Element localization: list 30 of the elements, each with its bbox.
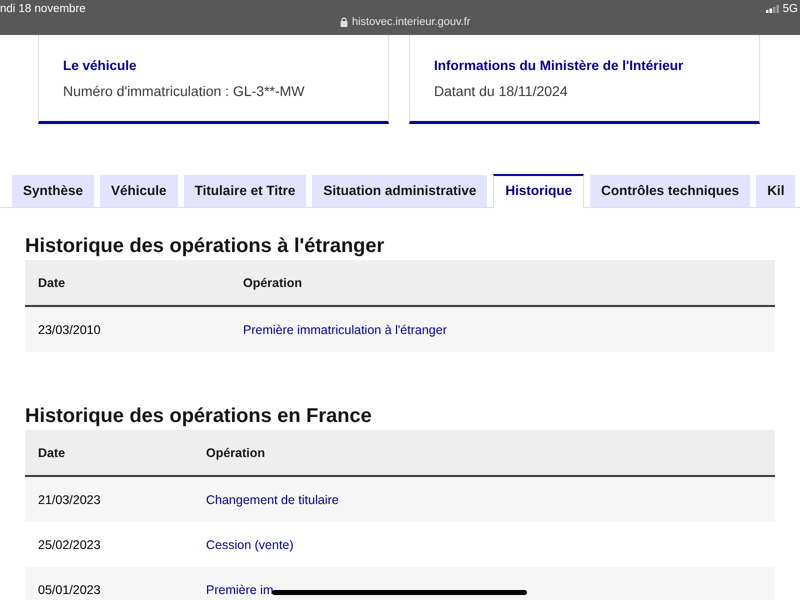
column-header: Opération — [205, 446, 266, 460]
tab[interactable]: Synthèse — [12, 175, 94, 207]
column-header: Date — [37, 446, 66, 460]
tab[interactable]: Contrôles techniques — [590, 175, 750, 207]
column-header: Opération — [242, 276, 302, 290]
operation-link[interactable]: Cession (vente) — [193, 538, 294, 552]
network-label: 5G — [782, 3, 798, 15]
tab[interactable]: Véhicule — [100, 175, 178, 207]
operation-link[interactable]: Première immatriculation à l'étranger — [230, 322, 447, 336]
tab[interactable]: Titulaire et Titre — [184, 175, 306, 207]
lock-icon — [340, 17, 348, 27]
date-cell-text: 25/02/2023 — [37, 538, 102, 552]
tab[interactable]: Kil — [756, 175, 796, 207]
card-text: Numéro d'immatriculation : GL-3**-MW — [63, 83, 306, 99]
card-title: Informations du Ministère de l'Intérieur — [434, 58, 684, 73]
date-cell-text: 23/03/2010 — [37, 322, 102, 336]
card-title: Le véhicule — [63, 58, 138, 73]
tab[interactable]: Situation administrative — [312, 175, 488, 207]
operation-link[interactable]: Première im — [193, 582, 274, 596]
signal-icon — [766, 5, 779, 13]
status-date: ndi 18 novembre — [0, 3, 86, 15]
card-text: Datant du 18/11/2024 — [434, 83, 569, 99]
date-cell-text: 21/03/2023 — [37, 492, 102, 506]
section-heading: Historique des opérations en France — [25, 404, 373, 429]
tab[interactable]: Historique — [493, 174, 584, 208]
section-heading: Historique des opérations à l'étranger — [25, 234, 386, 259]
date-cell-text: 05/01/2023 — [37, 582, 102, 596]
column-header: Date — [37, 276, 66, 290]
address-bar[interactable]: histovec.interieur.gouv.fr — [340, 16, 470, 28]
operation-link[interactable]: Changement de titulaire — [193, 492, 339, 506]
